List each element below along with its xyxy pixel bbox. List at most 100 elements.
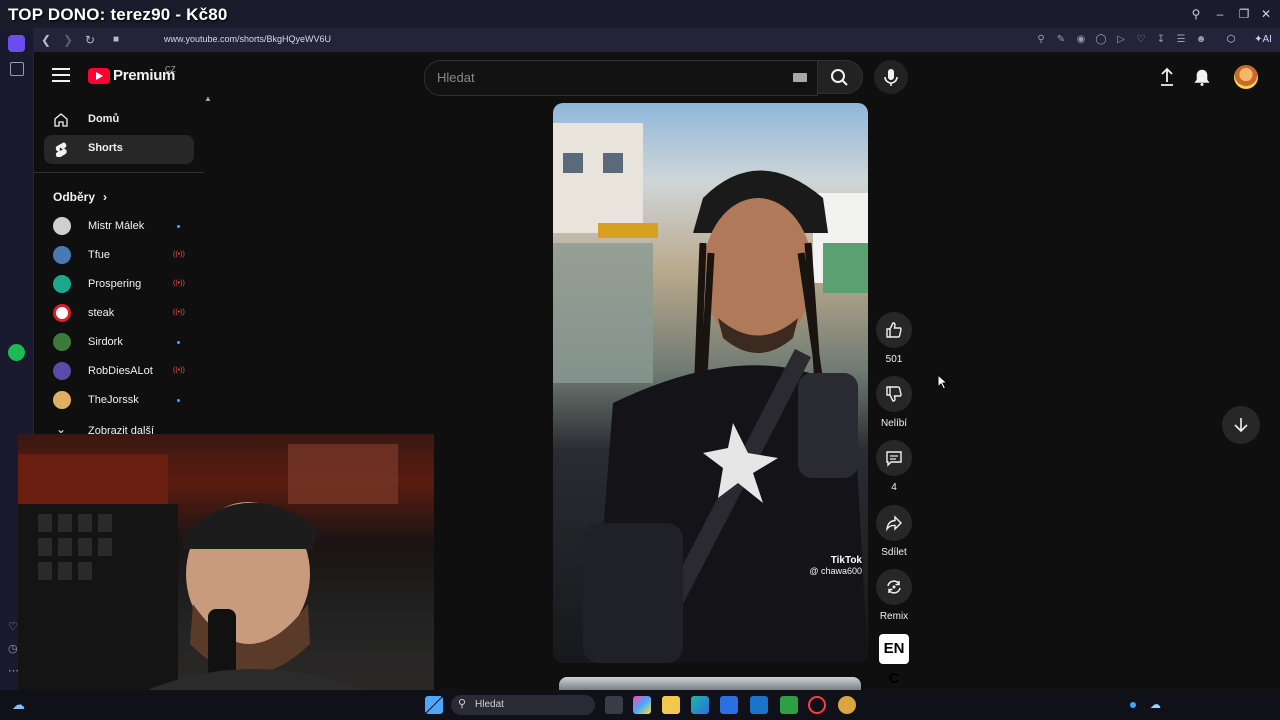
search-button[interactable]	[817, 60, 863, 94]
subscription-item[interactable]: Sirdork	[53, 333, 188, 353]
share-button[interactable]: Sdílet	[876, 505, 912, 558]
forward-icon[interactable]: ❯	[60, 32, 76, 48]
subscription-item[interactable]: Tfue ((•))	[53, 246, 188, 266]
channel-name: Prospering	[88, 278, 142, 290]
tray-indicator-icon	[1130, 702, 1136, 708]
next-short-button[interactable]	[1222, 406, 1260, 444]
dislike-label: Nelíbí	[880, 418, 908, 429]
chevron-right-icon: ›	[103, 190, 108, 204]
shorts-video[interactable]: TikTok @ chawa600	[553, 103, 868, 663]
streamer-webcam-image	[18, 444, 398, 704]
zoom-icon[interactable]: ⚲	[1034, 33, 1048, 47]
channel-avatar	[53, 391, 71, 409]
youtube-premium-logo[interactable]: Premium	[88, 67, 175, 84]
opera-icon[interactable]	[808, 696, 826, 714]
play-icon[interactable]: ▷	[1114, 33, 1128, 47]
edge-icon[interactable]	[691, 696, 709, 714]
watermark-handle: @ chawa600	[809, 566, 862, 576]
download-icon[interactable]: ↧	[1154, 33, 1168, 47]
ai-button[interactable]: ✦AI	[1252, 31, 1274, 49]
copilot-icon[interactable]	[633, 696, 651, 714]
cube-icon[interactable]: ⬡	[1224, 33, 1238, 47]
remix-button[interactable]: Remix	[876, 569, 912, 622]
profile-icon[interactable]: ☻	[1194, 33, 1208, 47]
channel-avatar	[53, 362, 71, 380]
channel-avatar	[53, 217, 71, 235]
subscription-item[interactable]: Prospering ((•))	[53, 275, 188, 295]
minimize-button[interactable]: –	[1212, 6, 1228, 22]
channel-avatar	[53, 275, 71, 293]
subscription-item[interactable]: Mistr Málek	[53, 217, 188, 237]
avatar[interactable]	[1234, 65, 1258, 89]
video-frame-image	[553, 123, 868, 663]
subscriptions-title[interactable]: Odběry ›	[53, 190, 107, 204]
keyboard-icon[interactable]	[793, 73, 807, 82]
sidebar-item-label: Shorts	[88, 142, 123, 154]
youtube-sidebar: ▲ Domů Shorts Odběry › Mistr Málek Tfue (…	[34, 94, 212, 442]
shield-icon[interactable]: ◯	[1094, 33, 1108, 47]
comment-icon[interactable]	[876, 440, 912, 476]
close-button[interactable]: ✕	[1258, 6, 1274, 22]
next-video-preview[interactable]	[559, 677, 861, 690]
notifications-bell-icon[interactable]	[1191, 66, 1213, 88]
taskbar-search-placeholder: Hledat	[475, 699, 504, 710]
bookmark-icon[interactable]	[10, 62, 24, 76]
url-field[interactable]: www.youtube.com/shorts/BkgHQyeWV6U	[164, 34, 331, 44]
sidebar-item-label: Domů	[88, 113, 120, 125]
subscription-item[interactable]: steak ((•))	[53, 304, 188, 324]
windows-start-icon[interactable]	[425, 696, 443, 714]
thumbs-down-icon[interactable]	[876, 376, 912, 412]
share-icon[interactable]	[876, 505, 912, 541]
restore-button[interactable]: ❐	[1236, 6, 1252, 22]
heart-icon[interactable]: ♡	[1134, 33, 1148, 47]
task-view-icon[interactable]	[605, 696, 623, 714]
tiktok-watermark: TikTok @ chawa600	[809, 555, 862, 576]
search-input[interactable]: Hledat	[424, 60, 818, 96]
browser-titlebar: TOP DONO: terez90 - Kč80 ⚲ – ❐ ✕	[0, 0, 1280, 28]
spotify-icon[interactable]	[8, 344, 25, 361]
menu-icon[interactable]: ☰	[1174, 33, 1188, 47]
live-indicator-icon: ((•))	[173, 309, 185, 316]
remix-label: Remix	[879, 611, 909, 622]
subscription-item[interactable]: RobDiesALot ((•))	[53, 362, 188, 382]
thumbs-up-icon[interactable]	[876, 312, 912, 348]
chat-app-icon[interactable]	[838, 696, 856, 714]
sidebar-item-home[interactable]: Domů	[44, 106, 194, 135]
like-count: 501	[885, 354, 903, 365]
sidebar-item-shorts[interactable]: Shorts	[44, 135, 194, 164]
edit-icon[interactable]: ✎	[1054, 33, 1068, 47]
comments-button[interactable]: 4	[876, 440, 912, 493]
network-icon[interactable]: ☁	[1150, 698, 1164, 712]
camera-icon[interactable]: ◉	[1074, 33, 1088, 47]
subscriptions-label: Odběry	[53, 190, 96, 204]
browser-search-icon[interactable]: ⚲	[1188, 6, 1204, 22]
channel-name: TheJorssk	[88, 394, 139, 406]
subscription-item[interactable]: TheJorssk	[53, 391, 188, 411]
upload-icon[interactable]	[1156, 66, 1178, 88]
store-icon[interactable]	[720, 696, 738, 714]
dislike-button[interactable]: Nelíbí	[876, 376, 912, 429]
hamburger-menu-icon[interactable]	[52, 68, 70, 84]
windows-taskbar: ☁ ⚲ Hledat ☁	[0, 690, 1280, 720]
taskbar-search-input[interactable]: ⚲ Hledat	[451, 695, 595, 715]
file-explorer-icon[interactable]	[662, 696, 680, 714]
weather-icon[interactable]: ☁	[12, 698, 30, 712]
home-icon[interactable]	[8, 35, 25, 52]
microphone-icon[interactable]	[874, 60, 908, 94]
outlook-icon[interactable]	[750, 696, 768, 714]
shorts-icon	[55, 142, 67, 157]
sound-thumbnail[interactable]: EN C	[879, 634, 909, 687]
like-button[interactable]: 501	[876, 312, 912, 365]
back-icon[interactable]: ❮	[38, 32, 54, 48]
reload-icon[interactable]: ↻	[82, 32, 98, 48]
app-icon[interactable]	[780, 696, 798, 714]
stream-overlay-text: TOP DONO: terez90 - Kč80	[8, 5, 228, 24]
search-icon: ⚲	[458, 698, 467, 710]
scroll-up-icon[interactable]: ▲	[204, 94, 212, 103]
remix-icon[interactable]	[876, 569, 912, 605]
channel-name: Tfue	[88, 249, 111, 261]
channel-name: Sirdork	[88, 336, 123, 348]
channel-avatar	[53, 304, 71, 322]
address-bar: ❮ ❯ ↻ ■ www.youtube.com/shorts/BkgHQyeWV…	[34, 28, 1280, 52]
new-content-dot	[177, 341, 180, 344]
